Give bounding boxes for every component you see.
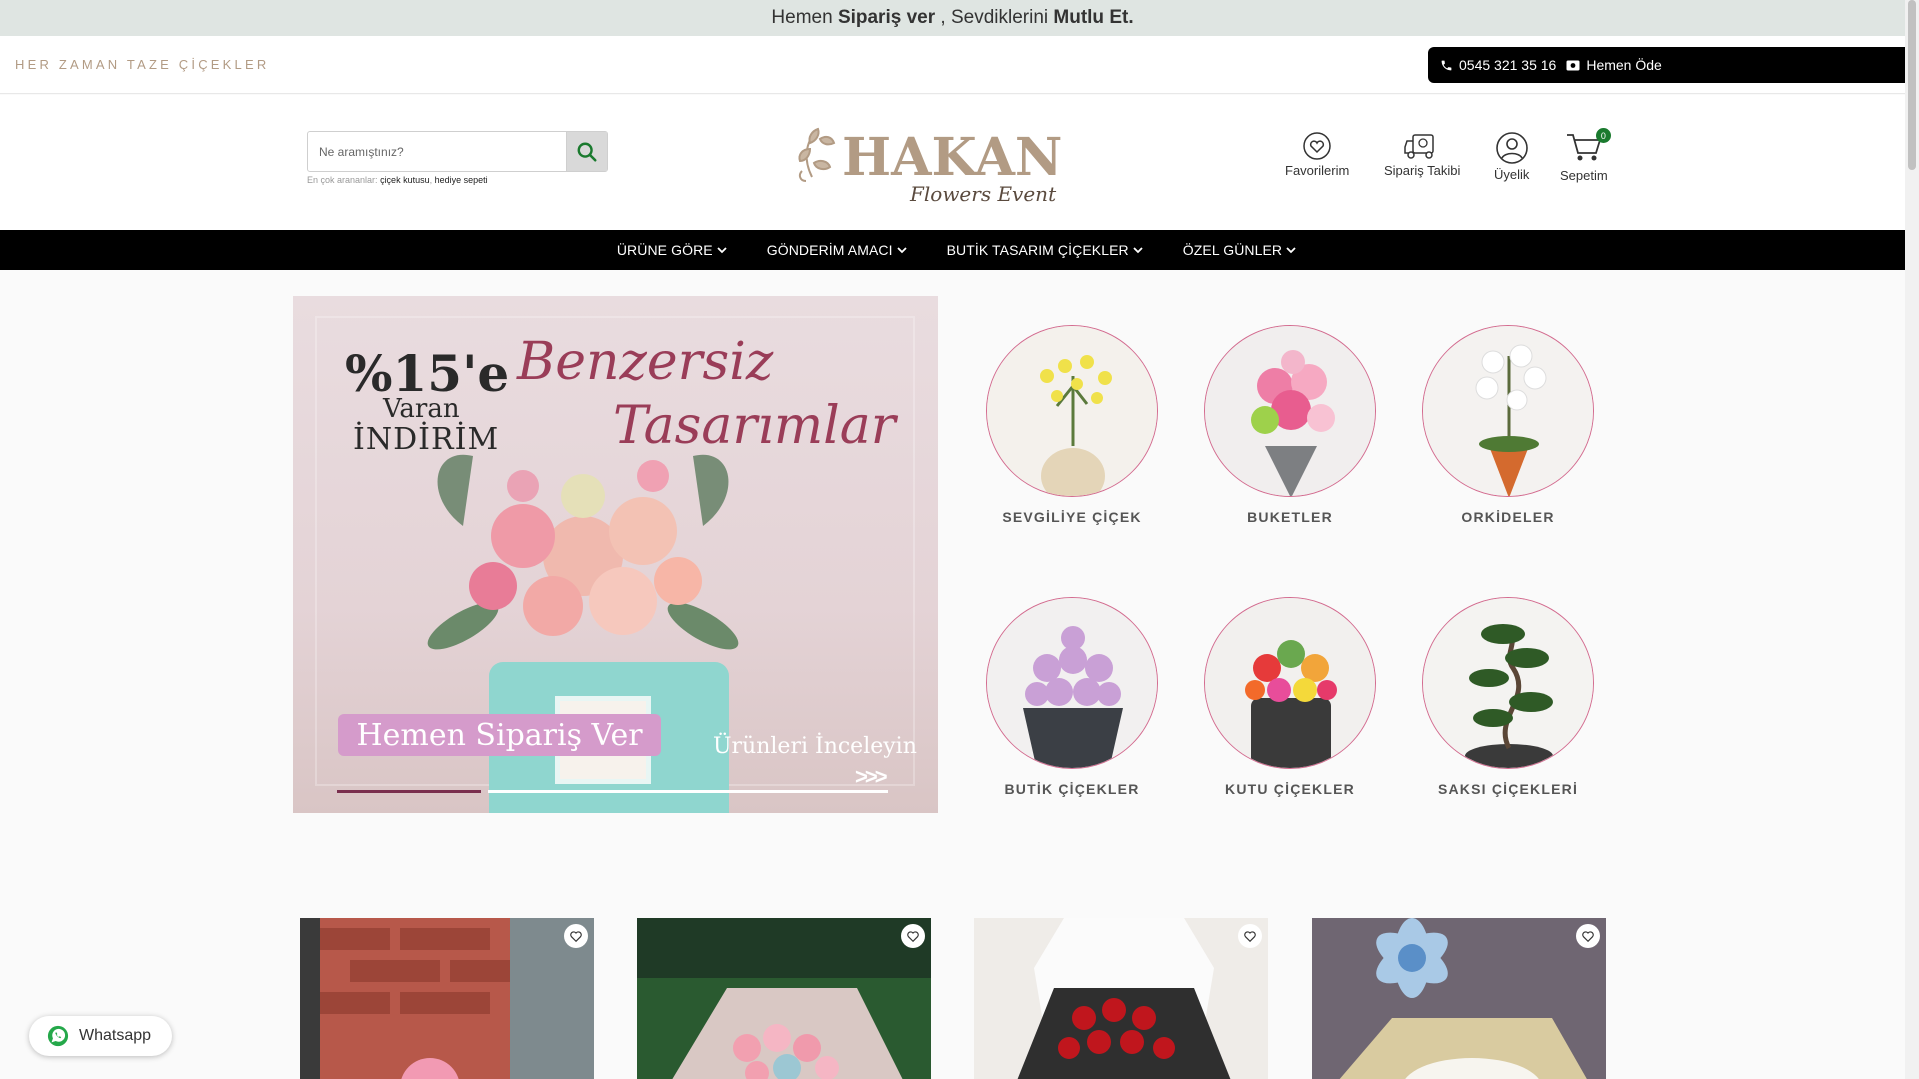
category-butik-cicekler[interactable]: BUTİK ÇİÇEKLER [962,597,1182,797]
chevron-down-icon [896,247,907,254]
scrollbar[interactable] [1905,0,1919,1079]
category-image [986,325,1158,497]
chevron-down-icon [1286,247,1296,254]
whatsapp-label: Whatsapp [79,1027,152,1044]
category-image [1204,325,1376,497]
heart-icon [570,931,582,943]
account-link[interactable]: Üyelik [1494,131,1529,182]
brand-logo[interactable]: HAKAN Flowers Event [790,115,1080,207]
category-label: ORKİDELER [1461,509,1555,525]
product-card[interactable] [300,918,594,1079]
product-image [974,918,1268,1079]
category-label: BUTİK ÇİÇEKLER [1004,781,1140,797]
search-input[interactable] [308,132,566,171]
popular-term[interactable]: hediye sepeti [435,175,488,185]
truck-icon [1404,134,1434,159]
nav-label: ÜRÜNE GÖRE [616,242,713,258]
tagline: HER ZAMAN TAZE ÇİÇEKLER [15,57,270,72]
product-image [300,918,594,1079]
category-kutu-cicekler[interactable]: KUTU ÇİÇEKLER [1180,597,1400,797]
heart-icon [1303,132,1331,160]
product-card[interactable] [1312,918,1606,1079]
phone-icon [1439,58,1453,72]
favorites-label: Favorilerim [1285,163,1350,178]
announcement-bar: Hemen Sipariş ver , Sevdiklerini Mutlu E… [0,0,1905,36]
category-label: SEVGİLİYE ÇİÇEK [1002,509,1142,525]
search-icon [577,142,597,162]
nav-item-butik-tasarim[interactable]: BUTİK TASARIM ÇİÇEKLER [947,242,1143,258]
category-label: KUTU ÇİÇEKLER [1225,781,1355,797]
category-image [1422,325,1594,497]
order-tracking-label: Sipariş Takibi [1384,163,1461,178]
whatsapp-icon [47,1025,69,1047]
favorites-link[interactable]: Favorilerim [1285,131,1349,178]
hero-banner[interactable]: %15'e Varan İNDİRİM Benzersiz Tasarımlar… [293,296,938,813]
category-saksi-cicekleri[interactable]: SAKSI ÇİÇEKLERİ [1398,597,1618,797]
contact-box: 0545 321 35 16 Hemen Öde [1428,47,1905,83]
product-card[interactable] [974,918,1268,1079]
slider-indicator[interactable] [488,790,888,793]
popular-term[interactable]: çiçek kutusu [380,175,430,185]
account-label: Üyelik [1494,167,1530,182]
favorite-button[interactable] [564,924,588,948]
slider-indicator-active[interactable] [337,790,481,793]
utility-bar: HER ZAMAN TAZE ÇİÇEKLER 0545 321 35 16 H… [0,36,1905,94]
product-card[interactable] [637,918,931,1079]
search-box [307,131,608,172]
category-label: SAKSI ÇİÇEKLERİ [1437,781,1579,797]
announce-bold-1[interactable]: Sipariş ver [838,7,935,29]
phone-number[interactable]: 0545 321 35 16 [1459,57,1556,73]
hero-discount-sub: Varan [383,394,460,424]
announce-bold-2: Mutlu Et. [1053,7,1134,28]
product-image [637,918,931,1079]
category-buketler[interactable]: BUKETLER [1180,325,1400,525]
page: Hemen Sipariş ver , Sevdiklerini Mutlu E… [0,0,1919,1079]
hero-arrows[interactable]: >>> [855,764,888,790]
product-image [1312,918,1606,1079]
popular-searches: En çok arananlar: çiçek kutusu, hediye s… [307,175,488,185]
cart-link[interactable]: 0 Sepetim [1560,128,1611,183]
nav-label: GÖNDERİM AMACI [766,242,893,258]
header: En çok arananlar: çiçek kutusu, hediye s… [0,95,1905,230]
cart-label: Sepetim [1560,168,1608,183]
user-icon [1495,132,1528,164]
nav-label: ÖZEL GÜNLER [1182,242,1283,258]
search-button[interactable] [566,132,607,171]
category-image [986,597,1158,769]
favorite-button[interactable] [1238,924,1262,948]
cart-count-badge: 0 [1595,128,1611,143]
category-image [1204,597,1376,769]
favorite-button[interactable] [901,924,925,948]
brand-sub: Flowers Event [909,182,1057,206]
hero-discount-word: İNDİRİM [353,422,500,457]
heart-icon [1244,931,1256,943]
category-orkideler[interactable]: ORKİDELER [1398,325,1618,525]
main-nav: ÜRÜNE GÖRE GÖNDERİM AMACI BUTİK TASARIM … [0,230,1905,270]
category-image [1422,597,1594,769]
chevron-down-icon [717,247,727,254]
favorite-button[interactable] [1576,924,1600,948]
announce-prefix: Hemen [771,7,833,28]
money-icon [1566,58,1580,72]
whatsapp-button[interactable]: Whatsapp [29,1016,172,1056]
hero-script-1: Benzersiz [517,332,774,392]
hero-script-2: Tasarımlar [613,396,896,456]
nav-label: BUTİK TASARIM ÇİÇEKLER [946,242,1129,258]
pay-now-link[interactable]: Hemen Öde [1586,57,1661,73]
heart-icon [1582,931,1594,943]
nav-item-ozel-gunler[interactable]: ÖZEL GÜNLER [1183,242,1296,258]
category-sevgiliye-cicek[interactable]: SEVGİLİYE ÇİÇEK [962,325,1182,525]
chevron-down-icon [1133,247,1143,254]
popular-label: En çok arananlar: [307,175,378,185]
brand-name: HAKAN [842,127,1062,188]
category-label: BUKETLER [1247,509,1333,525]
scrollbar-thumb[interactable] [1908,0,1916,170]
hero-review-link[interactable]: Ürünleri İnceleyin [713,734,917,759]
nav-item-gonderim-amaci[interactable]: GÖNDERİM AMACI [767,242,907,258]
order-tracking-link[interactable]: Sipariş Takibi [1384,131,1460,178]
hero-cta-button[interactable]: Hemen Sipariş Ver [338,714,661,756]
announce-middle: , Sevdiklerini [940,7,1049,28]
heart-icon [907,931,919,943]
nav-item-urune-gore[interactable]: ÜRÜNE GÖRE [617,242,727,258]
